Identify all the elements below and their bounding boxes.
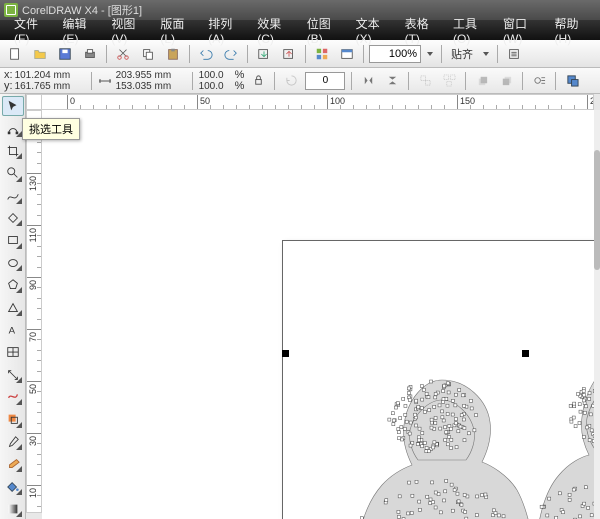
connector-tool[interactable] [2, 387, 24, 407]
rotation-icon [281, 71, 301, 91]
rotation-field[interactable]: 0 [305, 72, 345, 90]
snap-label: 贴齐 [447, 46, 477, 62]
separator [274, 72, 275, 90]
separator [247, 45, 248, 63]
pick-tool[interactable] [2, 96, 24, 116]
snap-dropdown-icon[interactable] [480, 43, 492, 65]
zoom-tool[interactable] [2, 163, 24, 183]
svg-text:A: A [8, 325, 15, 336]
menu-help[interactable]: 帮助(H) [547, 13, 594, 48]
property-bar: x:101.204 mm y:161.765 mm 203.955 mm 153… [0, 68, 600, 94]
traced-bitmap[interactable] [272, 360, 600, 519]
selection-handle[interactable] [282, 350, 289, 357]
wrap-text-button[interactable] [529, 71, 549, 91]
lock-ratio-button[interactable] [248, 71, 268, 91]
welcome-button[interactable] [336, 43, 358, 65]
separator [408, 72, 409, 90]
separator [441, 45, 442, 63]
ruler-horizontal[interactable]: 050100150200 [26, 94, 594, 110]
separator [91, 72, 92, 90]
mirror-h-button[interactable] [358, 71, 378, 91]
app-launcher-button[interactable] [311, 43, 333, 65]
freehand-tool[interactable] [2, 186, 24, 206]
convert-curves-button[interactable] [562, 71, 582, 91]
fill-tool[interactable] [2, 476, 24, 496]
canvas[interactable] [42, 110, 600, 519]
cut-button[interactable] [112, 43, 134, 65]
rectangle-tool[interactable] [2, 230, 24, 250]
separator [192, 72, 193, 90]
scrollbar-thumb[interactable] [594, 150, 600, 270]
width-icon [98, 74, 112, 88]
save-button[interactable] [54, 43, 76, 65]
zoom-dropdown-icon[interactable] [424, 43, 436, 65]
import-button[interactable] [253, 43, 275, 65]
ruler-vertical[interactable]: 1501301109070503010 [26, 110, 42, 513]
menu-bar: 文件(F) 编辑(E) 视图(V) 版面(L) 排列(A) 效果(C) 位图(B… [0, 20, 600, 40]
open-button[interactable] [29, 43, 51, 65]
position-readout: x:101.204 mm y:161.765 mm [4, 70, 85, 92]
smart-tool[interactable] [2, 208, 24, 228]
tooltip: 挑选工具 [22, 118, 80, 140]
outline-tool[interactable] [2, 454, 24, 474]
redo-button[interactable] [220, 43, 242, 65]
toolbox: A [0, 94, 26, 519]
print-button[interactable] [79, 43, 101, 65]
new-button[interactable] [4, 43, 26, 65]
interactive-fill-tool[interactable] [2, 499, 24, 519]
menu-table[interactable]: 表格(T) [397, 13, 443, 48]
interactive-tool[interactable] [2, 409, 24, 429]
paste-button[interactable] [162, 43, 184, 65]
crop-tool[interactable] [2, 141, 24, 161]
zoom-level-field[interactable]: 100% [369, 45, 421, 63]
size-readout: 203.955 mm 153.035 mm [116, 70, 186, 92]
separator [522, 72, 523, 90]
ellipse-tool[interactable] [2, 253, 24, 273]
shape-tool[interactable] [2, 118, 24, 138]
separator [189, 45, 190, 63]
ruler-origin[interactable] [26, 94, 42, 110]
scale-readout: 100.0% 100.0% [199, 70, 245, 92]
separator [363, 45, 364, 63]
app-icon [4, 3, 18, 17]
scrollbar-vertical[interactable] [594, 110, 600, 519]
node-markers [272, 360, 600, 519]
export-button[interactable] [278, 43, 300, 65]
separator [555, 72, 556, 90]
dimension-tool[interactable] [2, 365, 24, 385]
options-button[interactable] [503, 43, 525, 65]
separator [465, 72, 466, 90]
copy-button[interactable] [137, 43, 159, 65]
mirror-v-button[interactable] [382, 71, 402, 91]
eyedropper-tool[interactable] [2, 432, 24, 452]
ungroup-button[interactable] [415, 71, 435, 91]
undo-button[interactable] [195, 43, 217, 65]
to-front-button[interactable] [472, 71, 492, 91]
separator [351, 72, 352, 90]
table-tool[interactable] [2, 342, 24, 362]
to-back-button[interactable] [496, 71, 516, 91]
ungroup-all-button[interactable] [439, 71, 459, 91]
separator [305, 45, 306, 63]
polygon-tool[interactable] [2, 275, 24, 295]
separator [497, 45, 498, 63]
text-tool[interactable]: A [2, 320, 24, 340]
selection-handle[interactable] [522, 350, 529, 357]
separator [106, 45, 107, 63]
basic-shapes-tool[interactable] [2, 297, 24, 317]
